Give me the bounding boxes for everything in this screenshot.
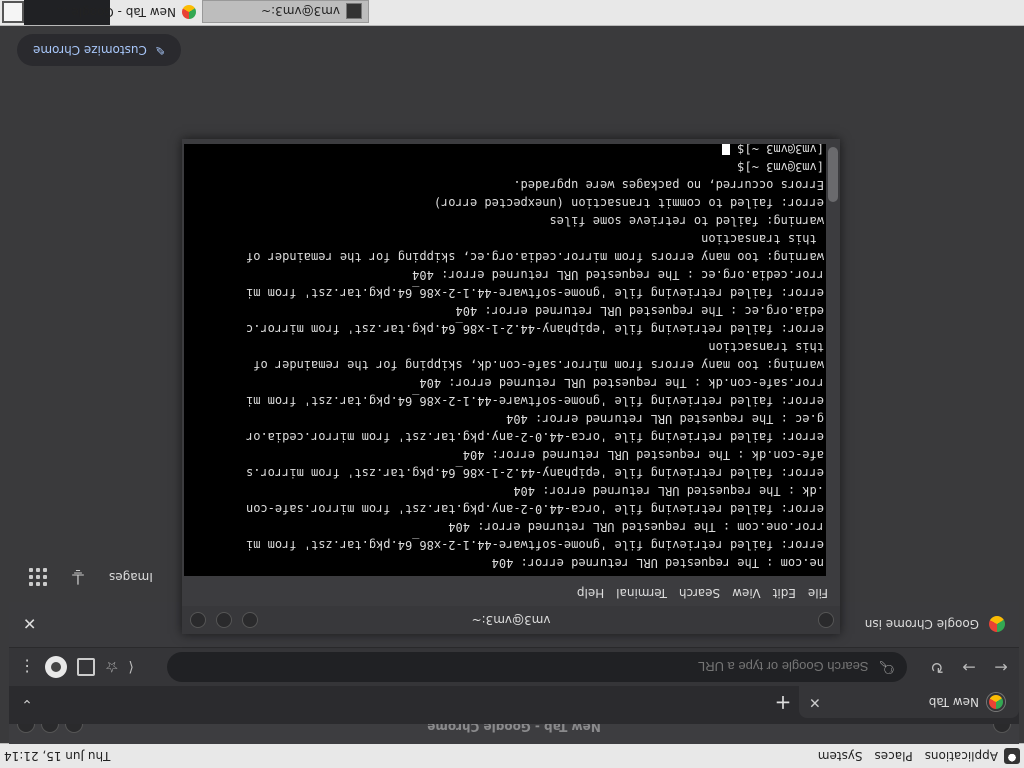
chrome-tabstrip: New Tab ✕ + ⌄ [9,686,1019,724]
terminal-text: ne.com : The requested URL returned erro… [184,144,826,576]
google-apps-icon[interactable] [29,568,47,586]
terminal-titlebar[interactable]: vm3@vm3:~ [182,605,840,634]
system-menu[interactable]: System [812,749,869,763]
forward-arrow-icon[interactable]: → [955,653,983,681]
terminal-maximize-icon[interactable] [216,612,232,628]
profile-avatar[interactable] [45,656,67,678]
omnibox-input[interactable] [206,658,871,676]
terminal-line: [vm3@vm3 ~]$ [737,160,824,174]
terminal-line: this transaction [708,340,824,354]
ntp-header-links: Images ⏚ [29,562,153,592]
person-icon [51,662,61,672]
terminal-window: vm3@vm3:~ File Edit View Search Terminal… [182,139,840,634]
desktop-screen: Applications Places System Thu Jun 15, 2… [0,0,1024,768]
terminal-line: g.ec : The requested URL returned error:… [506,412,824,426]
terminal-line: rror.cedia.org.ec : The requested URL re… [412,268,824,282]
menu-help[interactable]: Help [577,586,604,600]
menu-terminal[interactable]: Terminal [616,586,667,600]
chrome-task-icon [182,5,196,20]
terminal-close-icon[interactable] [190,612,206,628]
terminal-line: error: failed retrieving file 'gnome-sof… [246,286,824,300]
terminal-line: ne.com : The requested URL returned erro… [491,556,824,570]
taskbar-terminal[interactable]: vm3@vm3:~ [202,0,369,23]
terminal-cursor [722,144,731,156]
terminal-output[interactable]: ne.com : The requested URL returned erro… [184,144,826,576]
tab-label: New Tab [928,695,979,709]
terminal-line: this transaction [701,232,824,246]
new-tab-button[interactable]: + [771,690,795,715]
terminal-line: .dk : The requested URL returned error: … [513,484,824,498]
terminal-menubar: File Edit View Search Terminal Help [182,580,840,606]
show-desktop-icon[interactable] [2,1,24,23]
infobar-close-icon[interactable]: ✕ [23,615,36,634]
menu-edit[interactable]: Edit [773,586,796,600]
terminal-window-menu-icon[interactable] [818,612,834,628]
terminal-line: afe-con.dk : The requested URL returned … [462,448,824,462]
top-panel: Applications Places System Thu Jun 15, 2… [0,743,1024,768]
gnome-foot-icon[interactable] [1004,748,1020,764]
tab-search-chevron-icon[interactable]: ⌄ [17,692,37,712]
terminal-line: error: failed retrieving file 'orca-44.0… [246,430,824,444]
terminal-line: rror.safe-con.dk : The requested URL ret… [419,376,824,390]
chrome-logo-icon [989,616,1005,632]
omnibox[interactable]: 🔍︎ [167,652,907,682]
panel-clock[interactable]: Thu Jun 15, 21:14 [4,744,110,768]
back-arrow-icon[interactable]: ← [987,653,1015,681]
applications-menu[interactable]: Applications [919,749,1004,763]
customize-chrome-label: Customize Chrome [33,43,147,57]
reload-icon[interactable]: ↻ [923,653,951,681]
terminal-line: error: failed retrieving file 'epiphany-… [246,322,824,336]
terminal-scroll-thumb[interactable] [828,147,838,202]
customize-chrome-button[interactable]: ✎ Customize Chrome [17,34,181,66]
terminal-scrollbar[interactable] [826,144,840,576]
terminal-line: error: failed retrieving file 'epiphany-… [246,466,824,480]
menu-file[interactable]: File [808,586,828,600]
chrome-menu-icon[interactable]: ⋮ [19,658,35,677]
pencil-icon: ✎ [154,43,165,57]
labs-flask-icon[interactable]: ⏚ [69,564,87,590]
toolbar-right: ⟨ ☆ ⋮ [9,648,134,686]
terminal-task-icon [346,3,362,20]
taskbar-terminal-label: vm3@vm3:~ [261,4,340,19]
taskbar-chrome[interactable]: New Tab - Google ... [56,2,202,23]
terminal-line: edia.org.ec : The requested URL returned… [455,304,824,318]
terminal-line: error: failed to commit transaction (une… [433,196,824,210]
terminal-title: vm3@vm3:~ [471,613,551,627]
bottom-panel: New Tab - Google ... vm3@vm3:~ [0,0,1024,26]
bookmark-star-icon[interactable]: ☆ [105,658,118,676]
chrome-toolbar: ← → ↻ 🔍︎ ⟨ ☆ ⋮ [9,648,1019,686]
terminal-line: error: failed retrieving file 'gnome-sof… [246,394,824,408]
tab-new-tab[interactable]: New Tab ✕ [799,686,1019,718]
share-icon[interactable]: ⟨ [128,659,133,675]
infobar-message: Google Chrome isn [864,617,979,631]
panel-menus: Applications Places System [812,744,1004,768]
terminal-line: warning: too many errors from mirror.ced… [246,250,824,264]
images-link[interactable]: Images [109,570,153,584]
places-menu[interactable]: Places [869,749,919,763]
terminal-line: Errors occurred, no packages were upgrad… [513,178,824,192]
terminal-line: warning: too many errors from mirror.saf… [253,358,824,372]
search-icon: 🔍︎ [878,659,895,675]
tab-close-icon[interactable]: ✕ [809,694,821,710]
side-panel-icon[interactable] [77,658,95,676]
taskbar-chrome-label: New Tab - Google ... [56,5,176,20]
chrome-favicon-icon [987,693,1005,711]
terminal-line: error: failed retrieving file 'gnome-sof… [246,538,824,552]
terminal-line: warning: failed to retrieve some files [549,214,824,228]
menu-view[interactable]: View [732,586,760,600]
terminal-line: rror.one.com : The requested URL returne… [448,520,824,534]
terminal-line: error: failed retrieving file 'orca-44.0… [246,502,824,516]
menu-search[interactable]: Search [679,586,720,600]
terminal-line: [vm3@vm3 ~]$ [184,144,824,158]
terminal-minimize-icon[interactable] [242,612,258,628]
